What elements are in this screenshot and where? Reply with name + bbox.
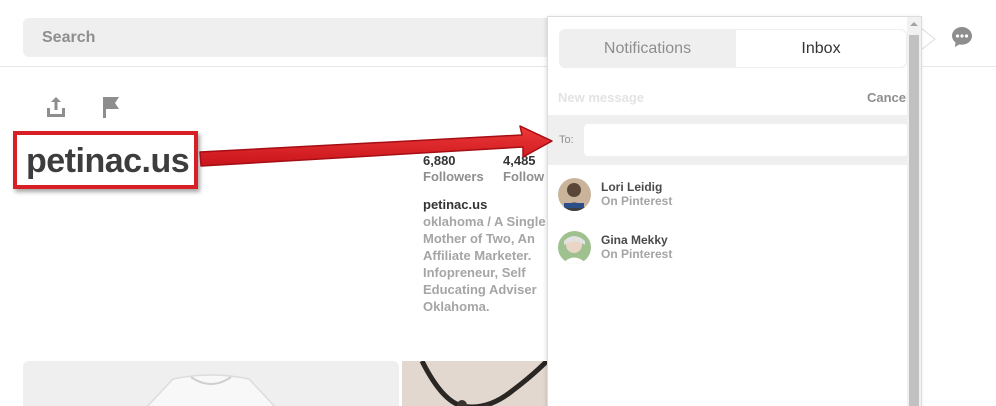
- recipient-row: To:: [548, 115, 908, 165]
- search-input[interactable]: Search: [23, 18, 563, 57]
- scrollbar-thumb[interactable]: [909, 35, 919, 406]
- bio-text: oklahoma / A Single Mother of Two, An Af…: [423, 214, 546, 314]
- followers-label[interactable]: Followers: [423, 169, 484, 184]
- to-label: To:: [559, 134, 574, 146]
- contact-subtitle: On Pinterest: [601, 247, 673, 261]
- speech-bubble-icon[interactable]: [950, 25, 974, 49]
- bio-name: petinac.us: [423, 197, 488, 212]
- panel-tabs: Notifications Inbox: [559, 29, 907, 68]
- following-label[interactable]: Follow: [503, 169, 544, 184]
- contact-item[interactable]: Gina Mekky On Pinterest: [558, 231, 898, 267]
- contact-item[interactable]: Lori Leidig On Pinterest: [558, 178, 898, 214]
- cancel-button[interactable]: Cancel: [867, 90, 910, 105]
- share-upload-icon[interactable]: [44, 95, 68, 119]
- recipient-input[interactable]: [584, 124, 908, 156]
- flag-icon[interactable]: [99, 95, 123, 119]
- panel-caret: [921, 28, 936, 50]
- pin-card[interactable]: [402, 361, 552, 406]
- contact-subtitle: On Pinterest: [601, 194, 673, 208]
- contact-name: Lori Leidig: [601, 180, 663, 194]
- necklace-image: [402, 361, 552, 406]
- pin-card[interactable]: [23, 361, 399, 406]
- following-count[interactable]: 4,485: [503, 153, 536, 168]
- tab-inbox[interactable]: Inbox: [736, 30, 906, 67]
- scroll-up-arrow-icon[interactable]: [909, 19, 919, 29]
- avatar: [558, 231, 591, 264]
- tab-notifications[interactable]: Notifications: [559, 29, 736, 68]
- inbox-panel: Notifications Inbox New message Cancel T…: [547, 16, 922, 406]
- search-placeholder: Search: [42, 29, 96, 46]
- new-message-label: New message: [558, 90, 644, 105]
- callout-box: petinac.us: [13, 131, 198, 189]
- page: Search 6,880 Followers 4,485 Follow peti…: [0, 0, 996, 406]
- profile-name: petinac.us: [26, 142, 190, 180]
- followers-count[interactable]: 6,880: [423, 153, 456, 168]
- tshirt-image: [146, 374, 276, 406]
- avatar: [558, 178, 591, 211]
- contact-name: Gina Mekky: [601, 233, 668, 247]
